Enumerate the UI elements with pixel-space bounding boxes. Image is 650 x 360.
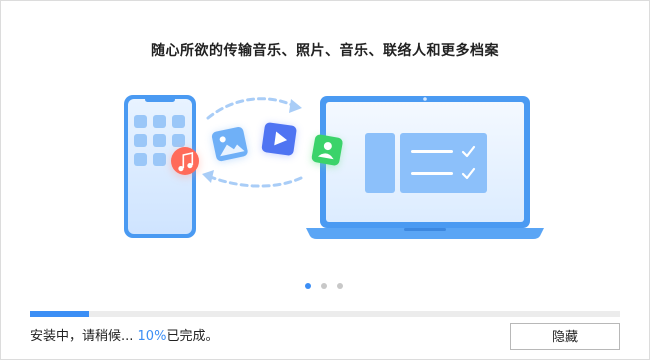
carousel-dot[interactable] xyxy=(321,283,327,289)
hide-button[interactable]: 隐藏 xyxy=(510,323,620,350)
video-icon xyxy=(261,122,297,157)
carousel-dot[interactable] xyxy=(337,283,343,289)
install-status: 安装中，请稍候... 10%已完成。 xyxy=(30,325,218,344)
transfer-illustration xyxy=(124,95,544,239)
status-suffix: 已完成。 xyxy=(166,329,219,344)
arrow-head-icon xyxy=(202,170,214,183)
arrow-head-icon xyxy=(289,99,302,113)
carousel-indicator xyxy=(305,283,343,289)
status-prefix: 安装中，请稍候... xyxy=(30,329,138,344)
contact-icon xyxy=(311,134,343,168)
laptop-icon xyxy=(306,96,544,239)
progress-fill xyxy=(30,311,89,317)
install-progress-bar xyxy=(30,311,620,317)
carousel-dot[interactable] xyxy=(305,283,311,289)
photo-icon xyxy=(211,126,248,163)
status-percent: 10% xyxy=(137,329,167,344)
